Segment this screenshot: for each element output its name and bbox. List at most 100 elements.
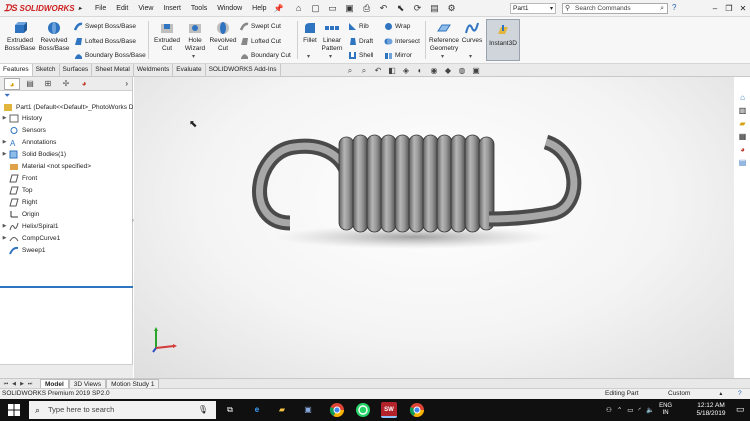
file-explorer-icon[interactable]: ▰ <box>274 402 290 418</box>
boundary-cut-button[interactable]: Boundary Cut <box>240 51 291 60</box>
hole-wizard-button[interactable]: Hole Wizard <box>182 21 208 52</box>
fillet-dropdown-icon[interactable]: ▾ <box>307 53 310 60</box>
shell-button[interactable]: Shell <box>348 51 373 60</box>
swept-boss-button[interactable]: Swept Boss/Base <box>74 22 136 31</box>
help-icon[interactable]: ? <box>738 389 742 399</box>
restore-icon[interactable]: ❐ <box>722 0 736 17</box>
draft-button[interactable]: Draft <box>348 37 373 46</box>
print-icon[interactable]: ⎙ <box>360 2 374 14</box>
windows-start-icon[interactable] <box>8 404 20 416</box>
notification-icon[interactable]: ▭ <box>736 404 745 415</box>
display-manager-tab-icon[interactable]: ◕ <box>76 78 92 90</box>
volume-icon[interactable]: 🔈 <box>646 406 654 414</box>
task-view-icon[interactable]: ⧉ <box>222 402 238 418</box>
chrome-alt-icon[interactable] <box>409 402 425 418</box>
help-icon[interactable]: ? <box>672 3 676 12</box>
language-indicator[interactable]: ENG IN <box>659 403 672 417</box>
panel-scrollbar[interactable] <box>0 364 133 378</box>
undo-icon[interactable]: ↶ <box>377 2 391 14</box>
view-orientation-icon[interactable]: ◈ <box>401 66 411 76</box>
menu-file[interactable]: File <box>90 5 111 12</box>
rib-button[interactable]: Rib <box>348 22 369 31</box>
tab-3d-views[interactable]: 3D Views <box>68 378 107 389</box>
expand-icon[interactable]: ▶ <box>0 113 9 124</box>
fillet-button[interactable]: Fillet <box>300 21 320 45</box>
appearances-icon[interactable]: ◕ <box>737 144 748 155</box>
chrome-icon[interactable] <box>329 402 345 418</box>
tree-root-part[interactable]: Part1 (Default<<Default>_PhotoWorks D <box>0 102 133 113</box>
unit-system-selector[interactable]: Custom ▲ <box>668 389 723 399</box>
feature-manager-tab-icon[interactable]: ◕ <box>4 77 20 90</box>
instant3d-button[interactable]: Instant3D <box>486 19 520 61</box>
configuration-manager-tab-icon[interactable]: ⊞ <box>40 78 56 90</box>
expand-icon[interactable]: ▶ <box>0 233 9 244</box>
hide-show-items-icon[interactable]: ◉ <box>429 66 439 76</box>
menu-insert[interactable]: Insert <box>158 5 186 12</box>
search-commands-input[interactable]: ⚲ Search Commands ⌕ <box>562 3 668 14</box>
lofted-boss-button[interactable]: Lofted Boss/Base <box>74 37 136 46</box>
view-palette-icon[interactable]: ▦ <box>737 131 748 142</box>
swept-cut-button[interactable]: Swept Cut <box>240 22 281 31</box>
battery-icon[interactable]: ▭ <box>627 406 633 414</box>
taskbar-search-input[interactable]: ⌕ Type here to search 🎙 <box>29 401 216 419</box>
menu-view[interactable]: View <box>133 5 158 12</box>
tab-sheet-metal[interactable]: Sheet Metal <box>92 64 134 76</box>
expand-icon[interactable]: ▶ <box>0 137 9 148</box>
reference-geometry-dropdown-icon[interactable]: ▾ <box>441 53 444 60</box>
network-icon[interactable]: ◜ <box>638 406 641 414</box>
linear-pattern-dropdown-icon[interactable]: ▾ <box>329 53 332 60</box>
microphone-icon[interactable]: 🎙 <box>198 401 208 419</box>
custom-properties-icon[interactable]: ▤ <box>737 157 748 168</box>
previous-view-icon[interactable]: ↶ <box>373 66 383 76</box>
apply-scene-icon[interactable]: ◍ <box>457 66 467 76</box>
expand-arrow-icon[interactable]: ▸ <box>79 5 82 12</box>
section-view-icon[interactable]: ◧ <box>387 66 397 76</box>
menu-tools[interactable]: Tools <box>186 5 212 12</box>
spring-model[interactable] <box>134 77 734 378</box>
tab-features[interactable]: Features <box>0 64 33 76</box>
tab-weldments[interactable]: Weldments <box>134 64 174 76</box>
wrap-button[interactable]: Wrap <box>384 22 410 31</box>
tree-item-top-plane[interactable]: Top <box>0 185 133 196</box>
select-cursor-icon[interactable]: ⬉ <box>394 2 408 14</box>
revolved-cut-button[interactable]: Revolved Cut <box>208 21 238 52</box>
chevron-right-icon[interactable]: › <box>125 79 128 88</box>
zoom-to-area-icon[interactable]: ⌕ <box>359 66 369 76</box>
home-icon[interactable]: ⌂ <box>292 2 306 14</box>
tree-item-right-plane[interactable]: Right <box>0 197 133 208</box>
tree-item-annotations[interactable]: ▶ A Annotations <box>0 137 133 148</box>
tree-item-comp-curve[interactable]: ▶ CompCurve1 <box>0 233 133 244</box>
curves-button[interactable]: Curves <box>460 21 484 45</box>
next-tab-icon[interactable]: ▶ <box>18 381 26 387</box>
menu-edit[interactable]: Edit <box>111 5 133 12</box>
edge-browser-icon[interactable]: e <box>249 402 265 418</box>
rebuild-icon[interactable]: ⟳ <box>411 2 425 14</box>
tree-item-sensors[interactable]: Sensors <box>0 125 133 136</box>
tree-item-solid-bodies[interactable]: ▶ Solid Bodies(1) <box>0 149 133 160</box>
extruded-cut-button[interactable]: Extruded Cut <box>152 21 182 52</box>
extruded-boss-button[interactable]: Extruded Boss/Base <box>4 21 36 52</box>
boundary-boss-button[interactable]: Boundary Boss/Base <box>74 51 146 60</box>
tab-sketch[interactable]: Sketch <box>33 64 60 76</box>
mirror-button[interactable]: Mirror <box>384 51 412 60</box>
revolved-boss-button[interactable]: Revolved Boss/Base <box>38 21 70 52</box>
options-gear-icon[interactable]: ⚙ <box>445 2 459 14</box>
dimxpert-manager-tab-icon[interactable]: ✢ <box>58 78 74 90</box>
tree-item-sweep[interactable]: Sweep1 <box>0 245 133 256</box>
menu-window[interactable]: Window <box>212 5 247 12</box>
view-settings-icon[interactable]: ▣ <box>471 66 481 76</box>
tree-item-front-plane[interactable]: Front <box>0 173 133 184</box>
tab-model[interactable]: Model <box>40 378 69 389</box>
taskbar-clock[interactable]: 12:12 AM 5/18/2019 <box>693 402 729 418</box>
reference-geometry-button[interactable]: Reference Geometry <box>428 21 460 52</box>
minimize-icon[interactable]: – <box>708 0 722 17</box>
expand-icon[interactable]: ▶ <box>0 149 9 160</box>
pin-icon[interactable]: 📌 <box>272 4 286 13</box>
intersect-button[interactable]: Intersect <box>384 37 420 46</box>
file-explorer-icon[interactable]: ▰ <box>737 118 748 129</box>
first-tab-icon[interactable]: ⏮ <box>2 381 10 387</box>
tab-surfaces[interactable]: Surfaces <box>60 64 93 76</box>
zoom-to-fit-icon[interactable]: ⌕ <box>345 66 355 76</box>
lofted-cut-button[interactable]: Lofted Cut <box>240 37 281 46</box>
close-icon[interactable]: ✕ <box>736 0 750 17</box>
